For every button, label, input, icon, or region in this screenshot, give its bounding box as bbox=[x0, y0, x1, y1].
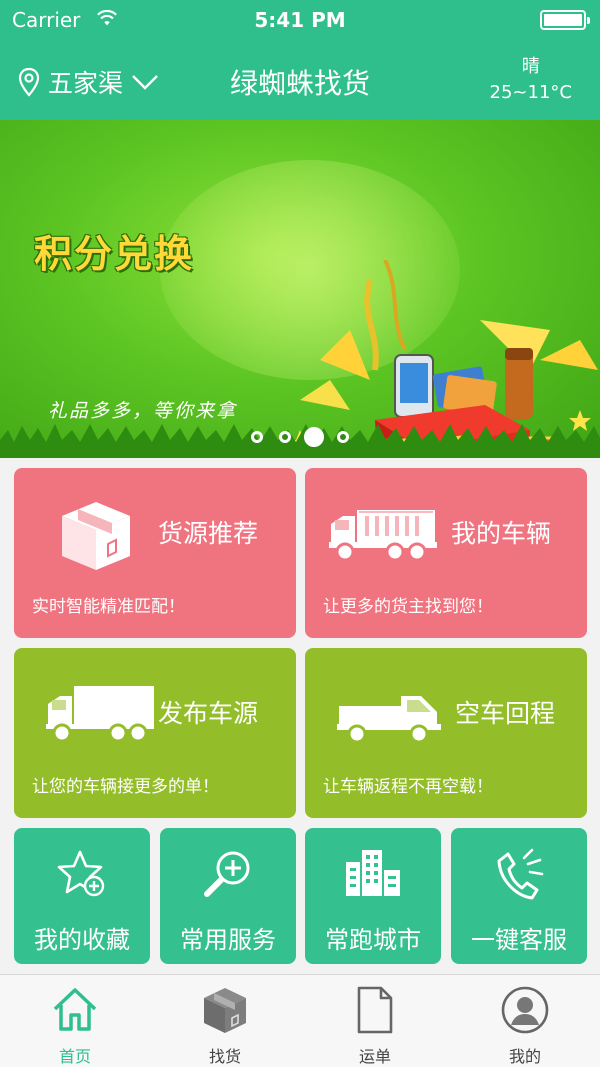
quick-label: 我的收藏 bbox=[34, 926, 130, 954]
city-buildings-icon bbox=[346, 850, 400, 896]
star-plus-icon bbox=[57, 850, 105, 897]
search-plus-icon bbox=[204, 851, 250, 897]
tab-label: 我的 bbox=[508, 1047, 541, 1066]
phone-call-icon bbox=[497, 848, 544, 900]
quick-label: 常跑城市 bbox=[325, 926, 421, 954]
card-title: 我的车辆 bbox=[451, 519, 552, 548]
card-description: 实时智能精准匹配！ bbox=[32, 597, 185, 617]
carousel-dot[interactable] bbox=[304, 426, 324, 447]
nav-bar: 五家渠 绿蜘蛛找货 晴 25~11°C bbox=[0, 40, 600, 120]
quick-customer-service[interactable]: 一键客服 bbox=[451, 828, 587, 964]
carousel-dot[interactable] bbox=[251, 430, 263, 443]
document-icon bbox=[357, 986, 393, 1034]
tab-home[interactable]: 首页 bbox=[0, 975, 150, 1067]
quick-frequent-cities[interactable]: 常跑城市 bbox=[305, 828, 441, 964]
quick-favorites[interactable]: 我的收藏 bbox=[14, 828, 150, 964]
weather-widget: 晴 25~11°C bbox=[490, 54, 572, 106]
card-description: 让车辆返程不再空载！ bbox=[323, 777, 493, 797]
card-description: 让更多的货主找到您！ bbox=[323, 597, 493, 617]
card-publish-vehicle[interactable]: 发布车源 让您的车辆接更多的单！ bbox=[14, 648, 296, 818]
home-icon bbox=[53, 988, 97, 1031]
card-title: 货源推荐 bbox=[158, 519, 259, 548]
card-description: 让您的车辆接更多的单！ bbox=[32, 777, 219, 797]
dump-truck-icon bbox=[329, 510, 437, 562]
battery-icon bbox=[540, 10, 590, 30]
weather-condition: 晴 bbox=[521, 56, 540, 77]
card-title: 发布车源 bbox=[158, 699, 259, 728]
banner-headline: 积分兑换 bbox=[34, 231, 195, 276]
clock: 5:41 PM bbox=[254, 8, 346, 32]
quick-label: 常用服务 bbox=[180, 926, 276, 954]
status-bar: Carrier 5:41 PM bbox=[0, 0, 600, 40]
card-title: 空车回程 bbox=[455, 699, 556, 728]
location-selector[interactable]: 五家渠 bbox=[18, 62, 159, 102]
quick-label: 一键客服 bbox=[471, 926, 567, 954]
box-truck-icon bbox=[46, 686, 154, 742]
tab-label: 运单 bbox=[358, 1047, 391, 1066]
package-icon bbox=[204, 988, 246, 1033]
carousel-dot[interactable] bbox=[279, 430, 291, 443]
carousel-indicator bbox=[0, 426, 600, 447]
location-city: 五家渠 bbox=[48, 69, 124, 98]
quick-common-services[interactable]: 常用服务 bbox=[160, 828, 296, 964]
tab-profile[interactable]: 我的 bbox=[450, 975, 600, 1067]
card-my-vehicles[interactable]: 我的车辆 让更多的货主找到您！ bbox=[305, 468, 587, 638]
tab-waybill[interactable]: 运单 bbox=[300, 975, 450, 1067]
carousel-dot[interactable] bbox=[337, 430, 349, 443]
tab-label: 首页 bbox=[58, 1047, 91, 1066]
card-empty-return[interactable]: 空车回程 让车辆返程不再空载！ bbox=[305, 648, 587, 818]
tab-bar: 首页 找货 运单 我的 bbox=[0, 974, 600, 1067]
banner-subtitle: 礼品多多，等你来拿 bbox=[48, 400, 238, 422]
tab-label: 找货 bbox=[208, 1047, 241, 1066]
weather-temperature: 25~11°C bbox=[489, 82, 572, 103]
top-bar: Carrier 5:41 PM 五家渠 绿蜘蛛找货 晴 25~11°C bbox=[0, 0, 600, 120]
user-avatar-icon bbox=[501, 986, 549, 1034]
chevron-down-icon bbox=[132, 75, 158, 90]
location-pin-icon bbox=[18, 67, 40, 97]
tab-find-cargo[interactable]: 找货 bbox=[150, 975, 300, 1067]
promo-banner[interactable]: 积分兑换 礼品多多，等你来拿 bbox=[0, 120, 600, 458]
pickup-truck-icon bbox=[337, 696, 441, 744]
package-box-icon bbox=[62, 502, 130, 570]
card-cargo-recommend[interactable]: 货源推荐 实时智能精准匹配！ bbox=[14, 468, 296, 638]
